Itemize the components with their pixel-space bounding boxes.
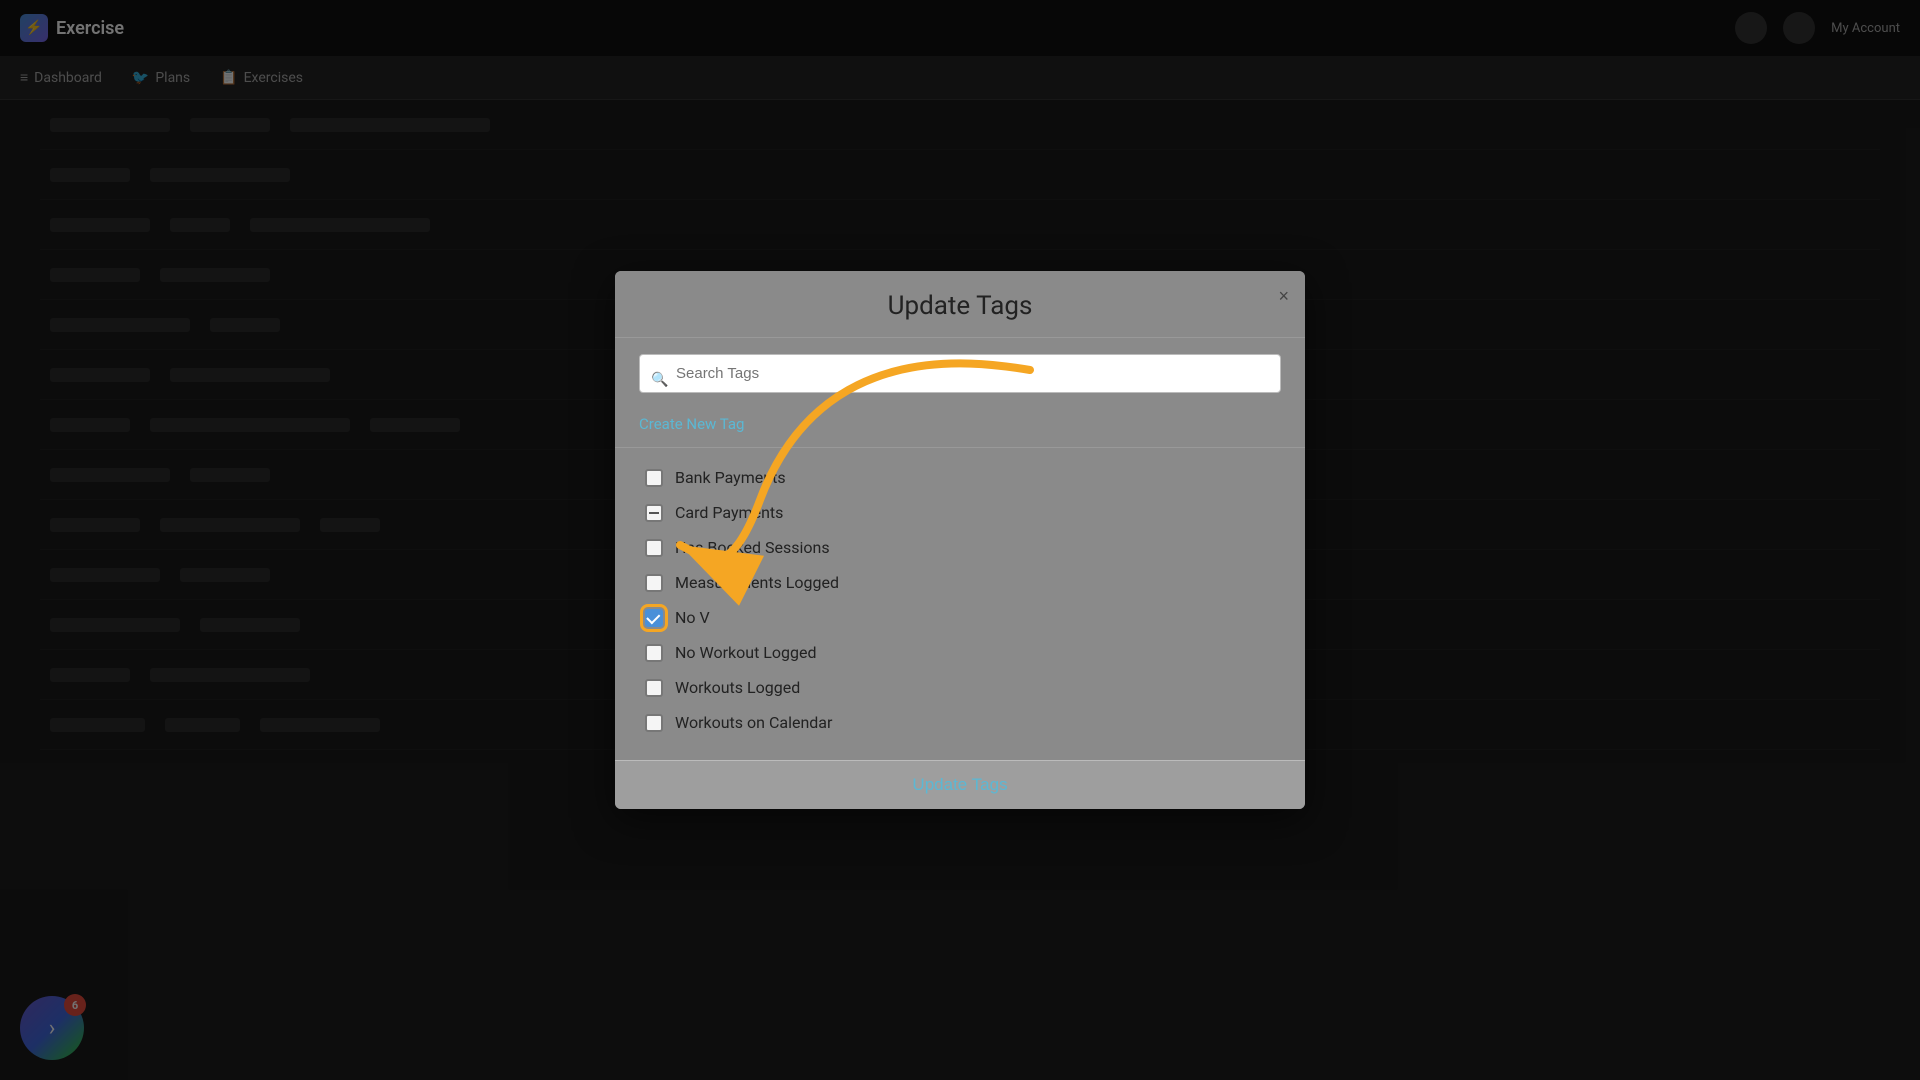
tag-item-no-v: No V	[639, 600, 1281, 635]
tag-item-has-booked-sessions: Has Booked Sessions	[639, 530, 1281, 565]
search-input[interactable]	[639, 354, 1281, 393]
tag-label-no-v: No V	[675, 608, 710, 627]
tag-checkbox-has-booked-sessions[interactable]	[645, 539, 663, 557]
tag-checkbox-measurements-logged[interactable]	[645, 574, 663, 592]
search-wrapper: 🔍	[639, 354, 1281, 405]
tag-label-no-workout-logged: No Workout Logged	[675, 643, 816, 662]
modal-title: Update Tags	[639, 291, 1281, 321]
tag-checkbox-bank-payments[interactable]	[645, 469, 663, 487]
tag-item-card-payments: Card Payments	[639, 495, 1281, 530]
tag-checkbox-workouts-logged[interactable]	[645, 679, 663, 697]
tag-label-workouts-logged: Workouts Logged	[675, 678, 800, 697]
modal-footer: Update Tags	[615, 760, 1305, 809]
tag-item-bank-payments: Bank Payments	[639, 460, 1281, 495]
modal-close-button[interactable]: ×	[1278, 287, 1289, 305]
create-new-tag-link[interactable]: Create New Tag	[639, 415, 1281, 433]
tag-label-has-booked-sessions: Has Booked Sessions	[675, 538, 830, 557]
search-icon: 🔍	[651, 372, 668, 388]
modal-body: 🔍 Create New Tag Bank Payments Card Paym…	[615, 338, 1305, 760]
tag-label-measurements-logged: Measurements Logged	[675, 573, 839, 592]
tag-label-workouts-on-calendar: Workouts on Calendar	[675, 713, 832, 732]
update-tags-button[interactable]: Update Tags	[639, 775, 1281, 795]
modal-header: Update Tags ×	[615, 271, 1305, 338]
tag-checkbox-no-workout-logged[interactable]	[645, 644, 663, 662]
divider	[615, 447, 1305, 448]
tag-item-workouts-on-calendar: Workouts on Calendar	[639, 705, 1281, 740]
tag-item-no-workout-logged: No Workout Logged	[639, 635, 1281, 670]
tag-checkbox-no-v[interactable]	[645, 609, 663, 627]
tag-label-card-payments: Card Payments	[675, 503, 783, 522]
tag-item-workouts-logged: Workouts Logged	[639, 670, 1281, 705]
update-tags-modal: Update Tags × 🔍 Create New Tag Bank Paym…	[615, 271, 1305, 809]
tag-item-measurements-logged: Measurements Logged	[639, 565, 1281, 600]
tag-checkbox-card-payments[interactable]	[645, 504, 663, 522]
tag-label-bank-payments: Bank Payments	[675, 468, 786, 487]
tag-checkbox-workouts-on-calendar[interactable]	[645, 714, 663, 732]
tag-list: Bank Payments Card Payments Has Booked S…	[639, 456, 1281, 744]
